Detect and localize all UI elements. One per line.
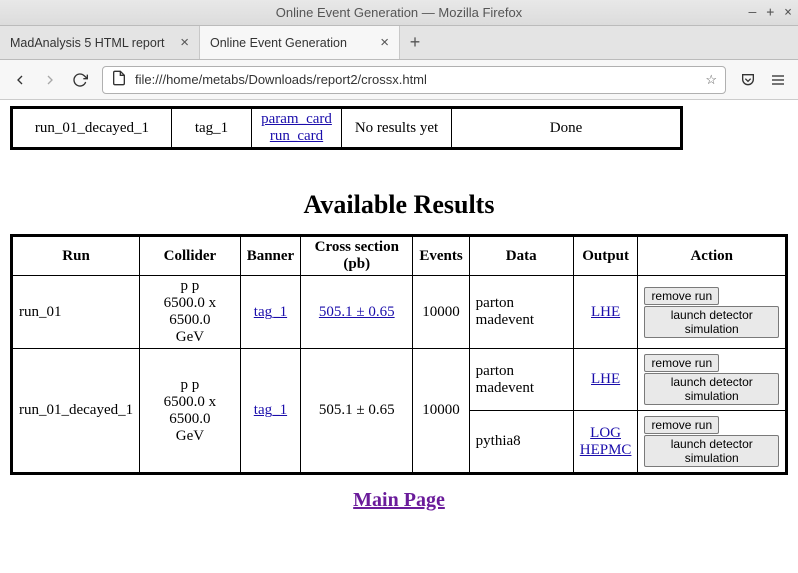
- col-data: Data: [469, 236, 573, 276]
- launch-detector-button[interactable]: launch detector simulation: [644, 306, 779, 338]
- hepmc-link[interactable]: HEPMC: [580, 442, 632, 458]
- collider-line: 6500.0 x 6500.0: [164, 295, 217, 328]
- tab-inactive[interactable]: MadAnalysis 5 HTML report ×: [0, 26, 200, 59]
- tab-active[interactable]: Online Event Generation ×: [200, 26, 400, 59]
- window-title: Online Event Generation — Mozilla Firefo…: [276, 5, 522, 20]
- col-events: Events: [413, 236, 469, 276]
- file-icon: [111, 70, 127, 89]
- run-cell: run_01_decayed_1: [12, 349, 140, 474]
- lhe-link[interactable]: LHE: [591, 304, 620, 320]
- window-controls: — + ×: [749, 5, 792, 20]
- collider-line: GeV: [176, 329, 204, 345]
- banner-link[interactable]: tag_1: [254, 304, 287, 320]
- cross-cell: 505.1 ± 0.65: [301, 349, 413, 474]
- banner-link[interactable]: tag_1: [254, 402, 287, 418]
- tabs-bar: MadAnalysis 5 HTML report × Online Event…: [0, 26, 798, 60]
- tag-cell: tag_1: [172, 108, 252, 149]
- col-banner: Banner: [240, 236, 301, 276]
- collider-line: p p: [181, 278, 200, 294]
- banner-cell: tag_1: [240, 349, 301, 474]
- col-action: Action: [638, 236, 787, 276]
- output-cell: LOG HEPMC: [573, 411, 638, 474]
- url-bar[interactable]: file:///home/metabs/Downloads/report2/cr…: [102, 66, 726, 94]
- param-card-link[interactable]: param_card: [261, 111, 332, 127]
- table-row: run_01_decayed_1 tag_1 param_card run_ca…: [12, 108, 682, 149]
- launch-detector-button[interactable]: launch detector simulation: [644, 373, 779, 405]
- new-tab-button[interactable]: +: [400, 26, 430, 59]
- tab-label: Online Event Generation: [210, 36, 347, 50]
- table-header-row: Run Collider Banner Cross section (pb) E…: [12, 236, 787, 276]
- remove-run-button[interactable]: remove run: [644, 354, 719, 372]
- window-titlebar: Online Event Generation — Mozilla Firefo…: [0, 0, 798, 26]
- data-cell: parton madevent: [469, 349, 573, 411]
- collider-cell: p p 6500.0 x 6500.0 GeV: [140, 276, 241, 349]
- reload-button[interactable]: [72, 72, 88, 88]
- launch-detector-button[interactable]: launch detector simulation: [644, 435, 779, 467]
- results-cell: No results yet: [342, 108, 452, 149]
- col-run: Run: [12, 236, 140, 276]
- collider-line: 6500.0 x 6500.0: [164, 394, 217, 427]
- log-link[interactable]: LOG: [590, 425, 621, 441]
- collider-line: GeV: [176, 428, 204, 444]
- back-button[interactable]: [12, 72, 28, 88]
- table-row: run_01_decayed_1 p p 6500.0 x 6500.0 GeV…: [12, 349, 787, 411]
- action-cell: remove run launch detector simulation: [638, 411, 787, 474]
- col-cross: Cross section (pb): [301, 236, 413, 276]
- remove-run-button[interactable]: remove run: [644, 416, 719, 434]
- run-cell: run_01_decayed_1: [12, 108, 172, 149]
- events-cell: 10000: [413, 276, 469, 349]
- cross-section-link[interactable]: 505.1 ± 0.65: [319, 304, 395, 320]
- maximize-icon[interactable]: +: [766, 5, 774, 20]
- minimize-icon[interactable]: —: [749, 5, 757, 20]
- run-card-link[interactable]: run_card: [270, 128, 323, 144]
- section-title: Available Results: [10, 190, 788, 220]
- action-cell: remove run launch detector simulation: [638, 349, 787, 411]
- data-cell: pythia8: [469, 411, 573, 474]
- pocket-icon[interactable]: [740, 72, 756, 88]
- banner-cell: tag_1: [240, 276, 301, 349]
- cards-cell: param_card run_card: [252, 108, 342, 149]
- close-icon[interactable]: ×: [380, 34, 389, 51]
- output-cell: LHE: [573, 276, 638, 349]
- status-table: run_01_decayed_1 tag_1 param_card run_ca…: [10, 106, 683, 150]
- col-collider: Collider: [140, 236, 241, 276]
- main-page-footer: Main Page: [10, 489, 788, 512]
- close-window-icon[interactable]: ×: [784, 5, 792, 20]
- cross-cell: 505.1 ± 0.65: [301, 276, 413, 349]
- forward-button[interactable]: [42, 72, 58, 88]
- status-cell: Done: [452, 108, 682, 149]
- url-text: file:///home/metabs/Downloads/report2/cr…: [135, 72, 705, 87]
- data-cell: parton madevent: [469, 276, 573, 349]
- collider-cell: p p 6500.0 x 6500.0 GeV: [140, 349, 241, 474]
- run-cell: run_01: [12, 276, 140, 349]
- page-content: run_01_decayed_1 tag_1 param_card run_ca…: [0, 106, 798, 532]
- collider-line: p p: [181, 377, 200, 393]
- lhe-link[interactable]: LHE: [591, 371, 620, 387]
- bookmark-star-icon[interactable]: ☆: [705, 72, 717, 88]
- tab-label: MadAnalysis 5 HTML report: [10, 36, 164, 50]
- main-page-link[interactable]: Main Page: [353, 489, 445, 511]
- results-table: Run Collider Banner Cross section (pb) E…: [10, 234, 788, 475]
- output-cell: LHE: [573, 349, 638, 411]
- remove-run-button[interactable]: remove run: [644, 287, 719, 305]
- close-icon[interactable]: ×: [180, 34, 189, 51]
- toolbar: file:///home/metabs/Downloads/report2/cr…: [0, 60, 798, 100]
- col-output: Output: [573, 236, 638, 276]
- table-row: run_01 p p 6500.0 x 6500.0 GeV tag_1 505…: [12, 276, 787, 349]
- events-cell: 10000: [413, 349, 469, 474]
- action-cell: remove run launch detector simulation: [638, 276, 787, 349]
- menu-icon[interactable]: [770, 72, 786, 88]
